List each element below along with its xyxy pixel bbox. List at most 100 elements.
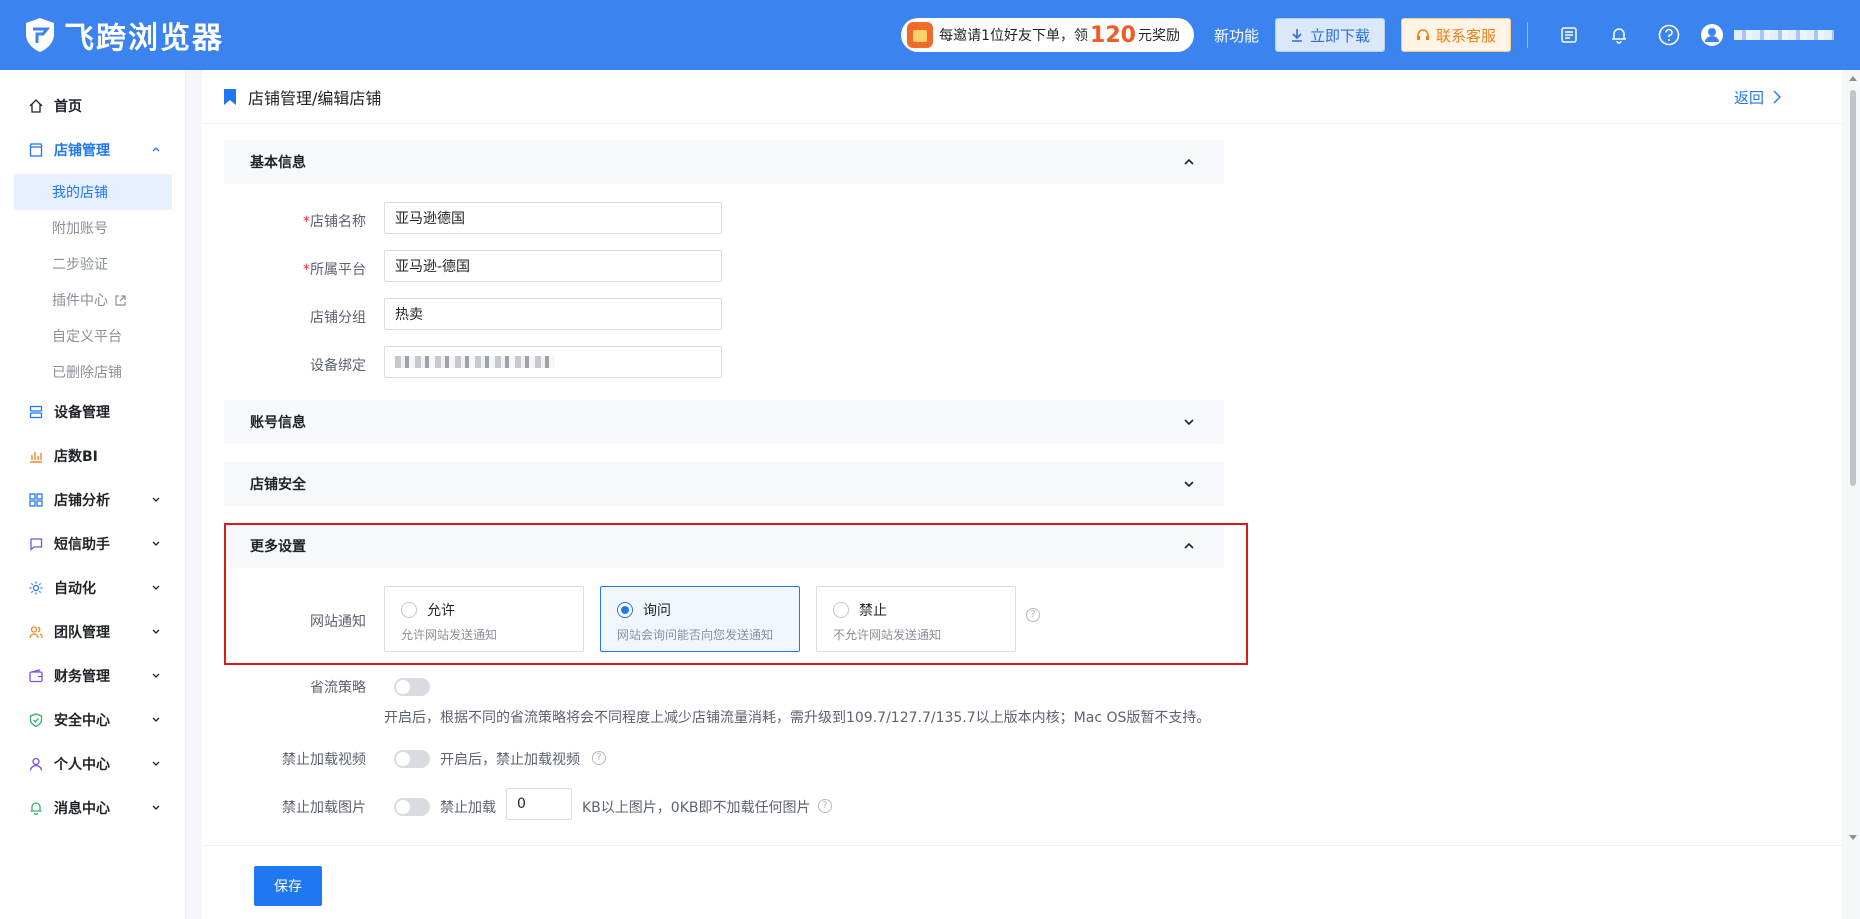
chevron-down-icon [152,629,160,634]
nav-message-center[interactable]: 消息中心 [0,790,186,826]
home-icon [28,98,44,114]
notification-button[interactable] [1594,0,1644,70]
nav-sms-assistant[interactable]: 短信助手 [0,526,186,562]
platform-label: *所属平台 [232,259,366,279]
nav-message-center-label: 消息中心 [54,801,110,817]
sidebar-item-extra-accounts[interactable]: 附加账号 [14,210,172,246]
sidebar-item-two-step[interactable]: 二步验证 [14,246,172,282]
block-images-help-icon[interactable]: ? [818,799,832,813]
nav-shop-analysis-label: 店铺分析 [54,493,110,509]
shield-check-icon [28,712,44,728]
nav-device-management[interactable]: 设备管理 [0,394,186,430]
team-icon [28,624,44,640]
nav-home-label: 首页 [54,99,82,115]
chevron-up-icon [1184,158,1194,165]
section-basic-info[interactable]: 基本信息 [224,140,1224,184]
sidebar-item-plugins[interactable]: 插件中心 [14,282,172,318]
nav-sms-assistant-label: 短信助手 [54,537,110,553]
document-button[interactable] [1544,0,1594,70]
divider [1527,22,1528,48]
message-icon [28,536,44,552]
gift-icon [907,22,934,48]
chevron-down-icon [1184,419,1194,426]
shop-name-input[interactable]: 亚马逊德国 [384,202,722,234]
nav-automation[interactable]: 自动化 [0,570,186,606]
shop-name-label: *店铺名称 [232,211,366,231]
nav-shop-analysis[interactable]: 店铺分析 [0,482,186,518]
section-account-info[interactable]: 账号信息 [224,400,1224,444]
chevron-down-icon [152,585,160,590]
scroll-thumb[interactable] [1850,90,1856,486]
nav-security-center-label: 安全中心 [54,713,110,729]
brand-logo[interactable]: 飞跨浏览器 [24,13,224,57]
traffic-saving-toggle[interactable] [394,678,430,696]
nav-team-management-label: 团队管理 [54,625,110,641]
highlight-box [224,523,1248,665]
required-mark: * [303,214,310,230]
headset-icon [1416,29,1429,40]
sun-gear-icon [28,580,44,596]
platform-input[interactable]: 亚马逊-德国 [384,250,722,282]
nav-home[interactable]: 首页 [0,88,186,124]
new-feature-link[interactable]: 新功能 [1214,25,1259,46]
chevron-down-icon [152,805,160,810]
download-icon [1291,29,1302,42]
section-shop-security[interactable]: 店铺安全 [224,462,1224,506]
username-redacted [1734,30,1834,40]
group-input[interactable]: 热卖 [384,298,722,330]
document-icon [1561,27,1577,43]
bookmark-icon [224,88,236,105]
chevron-down-icon [152,673,160,678]
scrollbar[interactable] [1848,72,1858,846]
chevron-down-icon [152,541,160,546]
nav-personal-center[interactable]: 个人中心 [0,746,186,782]
top-actions: 每邀请1位好友下单，领 120 元奖励 新功能 立即下载 联系客服 [901,0,1860,70]
brand-name: 飞跨浏览器 [64,21,224,56]
bell-icon [28,800,44,816]
image-size-input[interactable]: 0 [506,788,572,820]
block-video-help-icon[interactable]: ? [592,751,606,765]
nav-team-management[interactable]: 团队管理 [0,614,186,650]
scroll-down-arrow-icon[interactable] [1848,834,1858,842]
group-label: 店铺分组 [310,310,366,326]
nav-shop-management-label: 店铺管理 [54,143,110,159]
promo-suffix: 元奖励 [1137,28,1180,44]
support-label: 联系客服 [1435,26,1496,45]
device-icon [28,404,44,420]
top-bar: 飞跨浏览器 每邀请1位好友下单，领 120 元奖励 新功能 立即下载 联系客服 [0,0,1860,70]
user-icon [28,756,44,772]
save-button[interactable]: 保存 [254,866,322,906]
sidebar-item-deleted-shops[interactable]: 已删除店铺 [14,354,172,390]
nav-shop-bi[interactable]: 店数BI [0,438,186,474]
sidebar: 首页 店铺管理 我的店铺 附加账号 二步验证 插件中心 自定义平台 已删除店铺 … [0,70,186,919]
contact-support-button[interactable]: 联系客服 [1400,18,1511,52]
scroll-up-arrow-icon[interactable] [1848,74,1858,82]
nav-finance-management-label: 财务管理 [54,669,110,685]
nav-personal-center-label: 个人中心 [54,757,110,773]
invite-promo-banner[interactable]: 每邀请1位好友下单，领 120 元奖励 [901,18,1194,52]
sidebar-item-my-shops[interactable]: 我的店铺 [14,174,172,210]
back-link[interactable]: 返回 [1734,70,1782,124]
promo-amount: 120 [1090,22,1136,48]
nav-security-center[interactable]: 安全中心 [0,702,186,738]
help-button[interactable] [1644,0,1694,70]
traffic-saving-desc: 开启后，根据不同的省流策略将会不同程度上减少店铺流量消耗，需升级到109.7/1… [384,710,1211,726]
device-binding-input[interactable] [384,346,722,378]
chevron-down-icon [152,761,160,766]
nav-finance-management[interactable]: 财务管理 [0,658,186,694]
block-video-label: 禁止加载视频 [282,752,366,768]
download-label: 立即下载 [1309,26,1370,45]
block-video-toggle[interactable] [394,750,430,768]
block-images-toggle[interactable] [394,798,430,816]
user-menu[interactable] [1700,23,1834,47]
sidebar-item-custom-platform[interactable]: 自定义平台 [14,318,172,354]
required-mark: * [303,262,310,278]
help-circle-icon [1658,24,1680,46]
external-link-icon [115,294,126,306]
chevron-right-icon [1773,90,1781,104]
promo-prefix: 每邀请1位好友下单，领 [939,28,1089,44]
section-account-info-title: 账号信息 [250,415,306,431]
nav-shop-management[interactable]: 店铺管理 [0,132,186,168]
download-button[interactable]: 立即下载 [1274,18,1385,52]
block-images-label: 禁止加载图片 [282,800,366,816]
